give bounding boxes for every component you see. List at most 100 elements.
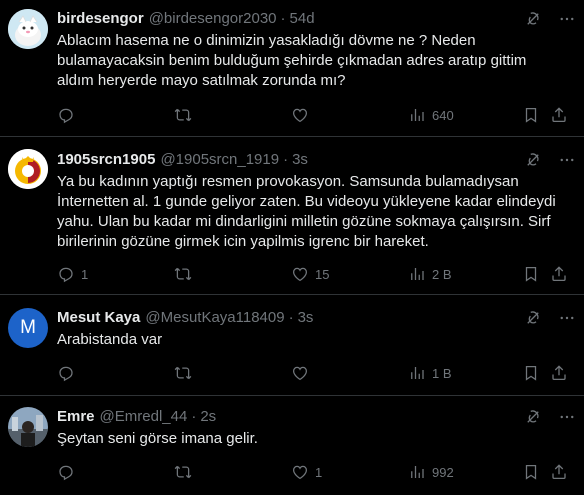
retweet-button[interactable] (174, 265, 198, 283)
tweet-text: Ablacım hasema ne o dinimizin yasakladığ… (57, 32, 527, 89)
tweet-text: Arabistanda var (57, 331, 163, 348)
heart-icon (291, 106, 309, 124)
tweet-top-actions (524, 408, 576, 426)
more-icon[interactable] (558, 151, 576, 169)
user-handle[interactable]: @1905srcn_1919 (160, 151, 279, 168)
tweet-content: Mesut Kaya @MesutKaya118409 · 3s Arabist… (57, 307, 576, 350)
like-button[interactable] (291, 106, 315, 124)
tweet-header: birdesengor @birdesengor2030 · 54d (57, 8, 576, 28)
timestamp[interactable]: 54d (290, 10, 315, 27)
view-count: 1 B (432, 365, 452, 381)
tweet-actions: 1 B (57, 363, 568, 383)
reply-button[interactable] (57, 364, 81, 382)
like-count: 1 (315, 464, 323, 480)
tweet[interactable]: Emre @Emredl_44 · 2s Şeytan seni görse i… (0, 396, 584, 495)
user-handle[interactable]: @Emredl_44 (100, 408, 188, 425)
views-button[interactable]: 2 B (408, 265, 452, 283)
tweet-text: Şeytan seni görse imana gelir. (57, 430, 258, 447)
user-handle[interactable]: @birdesengor2030 (149, 10, 277, 27)
avatar[interactable]: M (8, 308, 48, 348)
tweet[interactable]: M Mesut Kaya @MesutKaya118409 · 3s Arabi… (0, 295, 584, 396)
display-name[interactable]: Mesut Kaya (57, 309, 140, 326)
reply-button[interactable]: 1 (57, 265, 88, 283)
timestamp[interactable]: 2s (200, 408, 216, 425)
avatar[interactable] (8, 407, 48, 447)
retweet-button[interactable] (174, 106, 198, 124)
share-button[interactable] (550, 463, 568, 481)
retweet-button[interactable] (174, 364, 198, 382)
more-icon[interactable] (558, 10, 576, 28)
separator: · (280, 9, 286, 27)
bookmark-icon (522, 106, 540, 124)
views-chart-icon (408, 463, 426, 481)
tweet-actions: 1 992 (57, 462, 568, 482)
views-chart-icon (408, 364, 426, 382)
view-count: 992 (432, 464, 454, 480)
cartoon-avatar-icon (8, 9, 48, 49)
like-count: 15 (315, 266, 330, 282)
grok-icon[interactable] (524, 151, 542, 169)
like-button[interactable]: 1 (291, 463, 322, 481)
bookmark-icon (522, 364, 540, 382)
share-button[interactable] (550, 106, 568, 124)
retweet-button[interactable] (174, 463, 198, 481)
display-name[interactable]: birdesengor (57, 10, 144, 27)
like-button[interactable] (291, 364, 315, 382)
reply-count: 1 (81, 266, 89, 282)
tweet-top-actions (524, 151, 576, 169)
avatar[interactable] (8, 9, 48, 49)
view-count: 2 B (432, 266, 452, 282)
user-handle[interactable]: @MesutKaya118409 (145, 309, 284, 326)
share-icon (550, 463, 568, 481)
share-icon (550, 364, 568, 382)
heart-icon (291, 265, 309, 283)
grok-icon[interactable] (524, 408, 542, 426)
view-count: 640 (432, 107, 454, 123)
tweet-top-actions (524, 10, 576, 28)
bookmark-button[interactable] (522, 463, 540, 481)
tweet-header: 1905srcn1905 @1905srcn_1919 · 3s (57, 149, 576, 169)
tweet-actions: 1 15 2 B (57, 264, 568, 284)
share-button[interactable] (550, 265, 568, 283)
timestamp[interactable]: 3s (292, 151, 308, 168)
bookmark-button[interactable] (522, 265, 540, 283)
views-chart-icon (408, 106, 426, 124)
grok-icon[interactable] (524, 10, 542, 28)
bookmark-icon (522, 463, 540, 481)
tweet-content: birdesengor @birdesengor2030 · 54d Ablac… (57, 8, 576, 91)
tweet-header: Mesut Kaya @MesutKaya118409 · 3s (57, 307, 576, 327)
reply-button[interactable] (57, 463, 81, 481)
views-button[interactable]: 640 (408, 106, 454, 124)
more-icon[interactable] (558, 309, 576, 327)
separator: · (288, 308, 294, 326)
avatar[interactable] (8, 149, 48, 189)
tweet[interactable]: birdesengor @birdesengor2030 · 54d Ablac… (0, 0, 584, 137)
views-chart-icon (408, 265, 426, 283)
tweet[interactable]: 1905srcn1905 @1905srcn_1919 · 3s Ya bu k… (0, 137, 584, 295)
retweet-icon (174, 106, 192, 124)
galatasaray-logo-icon (8, 149, 48, 189)
bookmark-button[interactable] (522, 364, 540, 382)
views-button[interactable]: 992 (408, 463, 454, 481)
photo-avatar-icon (8, 407, 48, 447)
timestamp[interactable]: 3s (298, 309, 314, 326)
separator: · (283, 150, 289, 168)
reply-icon (57, 364, 75, 382)
display-name[interactable]: Emre (57, 408, 95, 425)
tweet-content: Emre @Emredl_44 · 2s Şeytan seni görse i… (57, 406, 576, 449)
views-button[interactable]: 1 B (408, 364, 452, 382)
grok-icon[interactable] (524, 309, 542, 327)
heart-icon (291, 463, 309, 481)
share-button[interactable] (550, 364, 568, 382)
like-button[interactable]: 15 (291, 265, 329, 283)
retweet-icon (174, 463, 192, 481)
reply-icon (57, 106, 75, 124)
display-name[interactable]: 1905srcn1905 (57, 151, 155, 168)
tweet-text: Ya bu kadının yaptığı resmen provokasyon… (57, 173, 556, 250)
tweet-actions: 640 (57, 105, 568, 125)
share-icon (550, 265, 568, 283)
reply-icon (57, 463, 75, 481)
bookmark-button[interactable] (522, 106, 540, 124)
more-icon[interactable] (558, 408, 576, 426)
reply-button[interactable] (57, 106, 81, 124)
